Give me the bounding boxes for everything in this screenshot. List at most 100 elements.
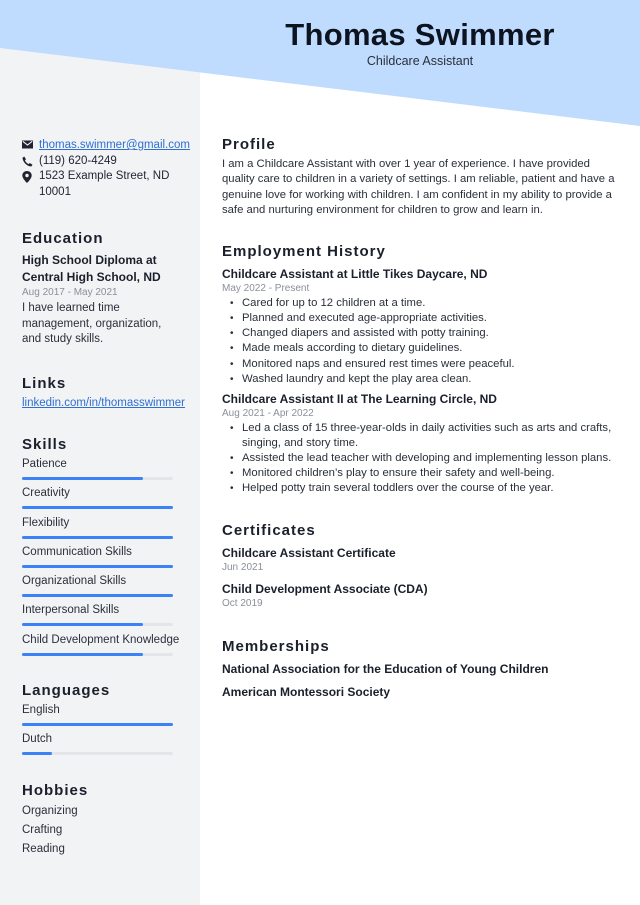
- skill-level-track: [22, 477, 173, 480]
- job-entry: Childcare Assistant II at The Learning C…: [222, 391, 620, 497]
- language-level-track: [22, 752, 173, 756]
- language-label: Dutch: [22, 733, 53, 746]
- job-title: Childcare Assistant II at The Learning C…: [222, 391, 497, 406]
- envelope-icon: [22, 138, 39, 149]
- bullet-item: Changed diapers and assisted with potty …: [230, 326, 620, 341]
- linkedin-link[interactable]: linkedin.com/in/thomasswimmer: [22, 397, 185, 409]
- profile-text: I am a Childcare Assistant with over 1 y…: [222, 158, 615, 216]
- language-level-fill: [22, 752, 53, 756]
- job-title: Childcare Assistant at Little Tikes Dayc…: [222, 267, 488, 282]
- skill-level-fill: [22, 477, 143, 480]
- skill-item: Creativity: [22, 486, 182, 515]
- bullet-item: Washed laundry and kept the play area cl…: [230, 372, 620, 387]
- job-dates: May 2022 - Present: [222, 283, 310, 295]
- skill-level-track: [22, 564, 173, 568]
- skill-item: Flexibility: [22, 516, 182, 545]
- employment-section: Employment History Childcare Assistant a…: [222, 243, 620, 496]
- skill-item: Patience: [22, 457, 182, 486]
- certificate-name: Child Development Associate (CDA): [222, 582, 428, 597]
- hobbies-section: Hobbies Organizing Crafting Reading: [22, 782, 182, 859]
- skill-item: Child Development Knowledge: [22, 633, 182, 662]
- skill-label: Patience: [22, 458, 67, 470]
- membership-item: American Montessori Society: [222, 685, 391, 700]
- skill-level-track: [22, 535, 173, 539]
- employment-heading: Employment History: [222, 243, 386, 261]
- skill-label: Communication Skills: [22, 545, 132, 558]
- skill-level-track: [22, 506, 173, 510]
- links-heading: Links: [22, 374, 67, 392]
- memberships-heading: Memberships: [222, 638, 330, 656]
- hobby-item: Reading: [22, 842, 65, 855]
- address: 1523 Example Street, ND 10001: [39, 170, 170, 198]
- bullet-item: Helped potty train several toddlers over…: [230, 481, 620, 496]
- certificates-heading: Certificates: [222, 522, 316, 540]
- bullet-item: Cared for up to 12 children at a time.: [230, 296, 620, 311]
- skill-level-fill: [22, 506, 173, 510]
- email-link[interactable]: thomas.swimmer@gmail.com: [39, 138, 190, 154]
- hobby-item: Crafting: [22, 823, 63, 836]
- skill-level-fill: [22, 535, 173, 539]
- skill-level-fill: [22, 564, 173, 568]
- skill-level-track: [22, 594, 173, 598]
- certificate-item: Child Development Associate (CDA) Oct 20…: [222, 581, 620, 611]
- language-label: English: [22, 704, 60, 717]
- bullet-item: Led a class of 15 three-year-olds in dai…: [230, 421, 620, 451]
- skill-level-fill: [22, 594, 173, 598]
- bullet-item: Monitored children’s play to ensure thei…: [230, 466, 620, 481]
- job-bullets: Led a class of 15 three-year-olds in dai…: [230, 421, 620, 497]
- contact-phone: (119) 620-4249: [22, 154, 182, 170]
- skill-label: Child Development Knowledge: [22, 633, 180, 646]
- bullet-item: Monitored naps and ensured rest times we…: [230, 357, 620, 372]
- main-content: Profile I am a Childcare Assistant with …: [222, 136, 620, 700]
- skill-level-fill: [22, 623, 143, 627]
- profile-heading: Profile: [222, 136, 276, 153]
- skills-heading: Skills: [22, 436, 68, 453]
- language-level-fill: [22, 723, 173, 727]
- skill-label: Creativity: [22, 487, 70, 500]
- job-bullets: Cared for up to 12 children at a time. P…: [230, 296, 620, 387]
- profile-section: Profile I am a Childcare Assistant with …: [222, 136, 620, 218]
- skill-item: Organizational Skills: [22, 574, 182, 603]
- skill-label: Flexibility: [22, 516, 70, 529]
- contact-section: thomas.swimmer@gmail.com (119) 620-4249 …: [22, 138, 190, 200]
- bullet-item: Planned and executed age-appropriate act…: [230, 311, 620, 326]
- job-entry: Childcare Assistant at Little Tikes Dayc…: [222, 266, 620, 387]
- skill-label: Organizational Skills: [22, 575, 127, 588]
- skill-level-fill: [22, 652, 143, 656]
- languages-heading: Languages: [22, 682, 111, 700]
- contact-email: thomas.swimmer@gmail.com: [22, 138, 190, 154]
- bullet-item: Made meals according to dietary guidelin…: [230, 341, 620, 356]
- skills-list: Patience Creativity Flexibility Communicati…: [22, 457, 182, 662]
- hobby-item: Organizing: [22, 804, 78, 817]
- skill-item: Interpersonal Skills: [22, 603, 182, 632]
- phone-number: (119) 620-4249: [39, 154, 117, 167]
- bullet-item: Assisted the lead teacher with developin…: [230, 451, 620, 466]
- languages-section: Languages English Dutch: [22, 682, 182, 762]
- sidebar: thomas.swimmer@gmail.com (119) 620-4249 …: [22, 138, 190, 859]
- education-section: Education High School Diploma at Central…: [22, 230, 182, 348]
- education-heading: Education: [22, 230, 104, 247]
- hobbies-heading: Hobbies: [22, 781, 89, 799]
- candidate-name: Thomas Swimmer: [285, 17, 555, 52]
- certificate-date: Oct 2019: [222, 598, 263, 610]
- membership-item: National Association for the Education o…: [222, 662, 549, 677]
- education-description: I have learned time management, organiza…: [22, 302, 162, 345]
- skill-level-track: [22, 652, 173, 656]
- education-dates: Aug 2017 - May 2021: [22, 287, 118, 298]
- language-item: English: [22, 703, 182, 732]
- skill-label: Interpersonal Skills: [22, 604, 120, 617]
- map-pin-icon: [22, 169, 39, 183]
- certificates-section: Certificates Childcare Assistant Certifi…: [222, 522, 620, 611]
- job-dates: Aug 2021 - Apr 2022: [222, 407, 314, 419]
- contact-address: 1523 Example Street, ND 10001: [22, 169, 182, 200]
- skills-section: Skills Patience Creativity Flexibility Comm…: [22, 436, 182, 662]
- certificate-date: Jun 2021: [222, 562, 264, 574]
- languages-list: English Dutch: [22, 703, 182, 762]
- memberships-section: Memberships National Association for the…: [222, 638, 620, 700]
- language-level-track: [22, 723, 173, 727]
- skill-level-track: [22, 623, 173, 627]
- links-section: Links linkedin.com/in/thomasswimmer: [22, 374, 185, 412]
- phone-icon: [22, 154, 39, 167]
- certificate-item: Childcare Assistant Certificate Jun 2021: [222, 545, 620, 575]
- language-item: Dutch: [22, 732, 182, 761]
